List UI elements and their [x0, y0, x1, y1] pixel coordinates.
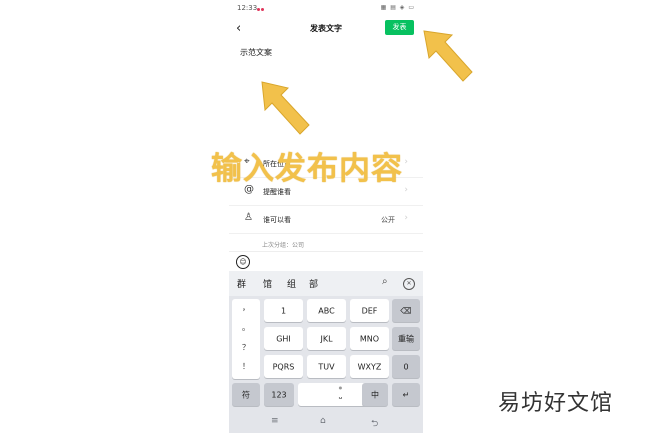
- key-abc[interactable]: ABC: [307, 299, 346, 322]
- key-tuv[interactable]: TUV: [307, 355, 346, 378]
- search-icon[interactable]: ⌕: [382, 276, 388, 287]
- key-label: TUV: [318, 362, 335, 371]
- key-label: PQRS: [272, 362, 295, 371]
- home-icon[interactable]: ⌂: [320, 416, 326, 426]
- option-visibility[interactable]: ♙ 谁可以看 公开 ›: [229, 206, 423, 234]
- key-label: 0: [403, 362, 409, 371]
- enter-icon: ↵: [402, 390, 410, 399]
- key-label: MNO: [359, 334, 380, 343]
- reset-input-key[interactable]: 重输: [392, 327, 420, 350]
- system-nav-bar: ≡ ⌂ ⮌: [229, 408, 423, 433]
- key-label: JKL: [320, 334, 333, 343]
- arrow-icon: [423, 30, 473, 82]
- notification-dot-icon: [261, 8, 264, 11]
- compose-text-area[interactable]: 示范文案: [240, 47, 272, 58]
- notification-dot-icon: [257, 8, 260, 11]
- publish-button[interactable]: 发表: [385, 20, 414, 35]
- punctuation-key[interactable]: ，: [232, 302, 260, 313]
- instruction-annotation: 输入发布内容: [211, 151, 403, 187]
- status-bar: 12:33 ▦ ▤ ◈ ▭: [229, 0, 423, 16]
- punctuation-key[interactable]: ？: [232, 342, 260, 353]
- key-wxyz[interactable]: WXYZ: [350, 355, 389, 378]
- menu-icon[interactable]: ≡: [271, 416, 279, 426]
- punctuation-key[interactable]: 。: [232, 322, 260, 333]
- key-label: GHI: [276, 334, 291, 343]
- status-icons: ▦ ▤ ◈ ▭: [380, 4, 415, 11]
- punctuation-key[interactable]: ！: [232, 361, 260, 372]
- ime-keyboard: 群 馆 组 部 ⌕ ✕ ， 。 ？ ！ 1 ABC DEF ⌫ GHI JKL …: [229, 271, 423, 433]
- notification-dots: [257, 5, 265, 11]
- key-pqrs[interactable]: PQRS: [264, 355, 303, 378]
- emoji-toolbar: ☺: [229, 251, 423, 272]
- phone-screen: 12:33 ▦ ▤ ◈ ▭ ‹ 发表文字 发表 示范文案 ⌖ 所在位置 › @ …: [229, 0, 423, 433]
- chinese-english-toggle-key[interactable]: 中: [362, 383, 388, 406]
- group-hint: 上次分组：公司: [262, 242, 305, 249]
- key-label: 重输: [398, 334, 414, 343]
- chevron-right-icon: ›: [404, 157, 408, 167]
- arrow-icon: [261, 81, 310, 135]
- candidate-word[interactable]: 组: [287, 277, 296, 290]
- punctuation-column: ， 。 ？ ！: [232, 299, 260, 379]
- numbers-key[interactable]: 123: [264, 383, 294, 406]
- option-value: 公开: [381, 216, 395, 224]
- key-jkl[interactable]: JKL: [307, 327, 346, 350]
- backspace-icon: ⌫: [400, 306, 412, 315]
- status-time: 12:33: [237, 4, 258, 12]
- backspace-key[interactable]: ⌫: [392, 299, 420, 322]
- back-icon[interactable]: ⮌: [371, 416, 378, 432]
- chevron-right-icon: ›: [404, 185, 408, 195]
- symbols-key[interactable]: 符: [232, 383, 260, 406]
- key-ghi[interactable]: GHI: [264, 327, 303, 350]
- candidate-bar: 群 馆 组 部 ⌕ ✕: [229, 271, 423, 296]
- option-label: 提醒谁看: [263, 188, 291, 196]
- person-icon: ♙: [244, 212, 253, 223]
- key-1[interactable]: 1: [264, 299, 303, 322]
- enter-key[interactable]: ↵: [392, 383, 420, 406]
- emoji-face-icon[interactable]: ☺: [236, 255, 250, 269]
- chevron-right-icon: ›: [404, 213, 408, 223]
- key-label: 符: [242, 390, 250, 399]
- key-0[interactable]: 0: [392, 355, 420, 378]
- watermark: 易坊好文馆: [498, 391, 614, 416]
- option-label: 谁可以看: [263, 216, 291, 224]
- candidate-word[interactable]: 群: [237, 277, 246, 290]
- candidate-word[interactable]: 部: [309, 277, 318, 290]
- key-label: 123: [271, 390, 287, 399]
- key-label: 中: [371, 390, 379, 399]
- key-def[interactable]: DEF: [350, 299, 389, 322]
- key-label: DEF: [361, 306, 378, 315]
- close-icon[interactable]: ✕: [403, 278, 415, 290]
- candidate-word[interactable]: 馆: [263, 277, 272, 290]
- key-mno[interactable]: MNO: [350, 327, 389, 350]
- key-label: ABC: [318, 306, 335, 315]
- key-label: WXYZ: [357, 362, 382, 371]
- key-label: 1: [280, 306, 287, 315]
- top-navbar: ‹ 发表文字 发表: [229, 18, 423, 40]
